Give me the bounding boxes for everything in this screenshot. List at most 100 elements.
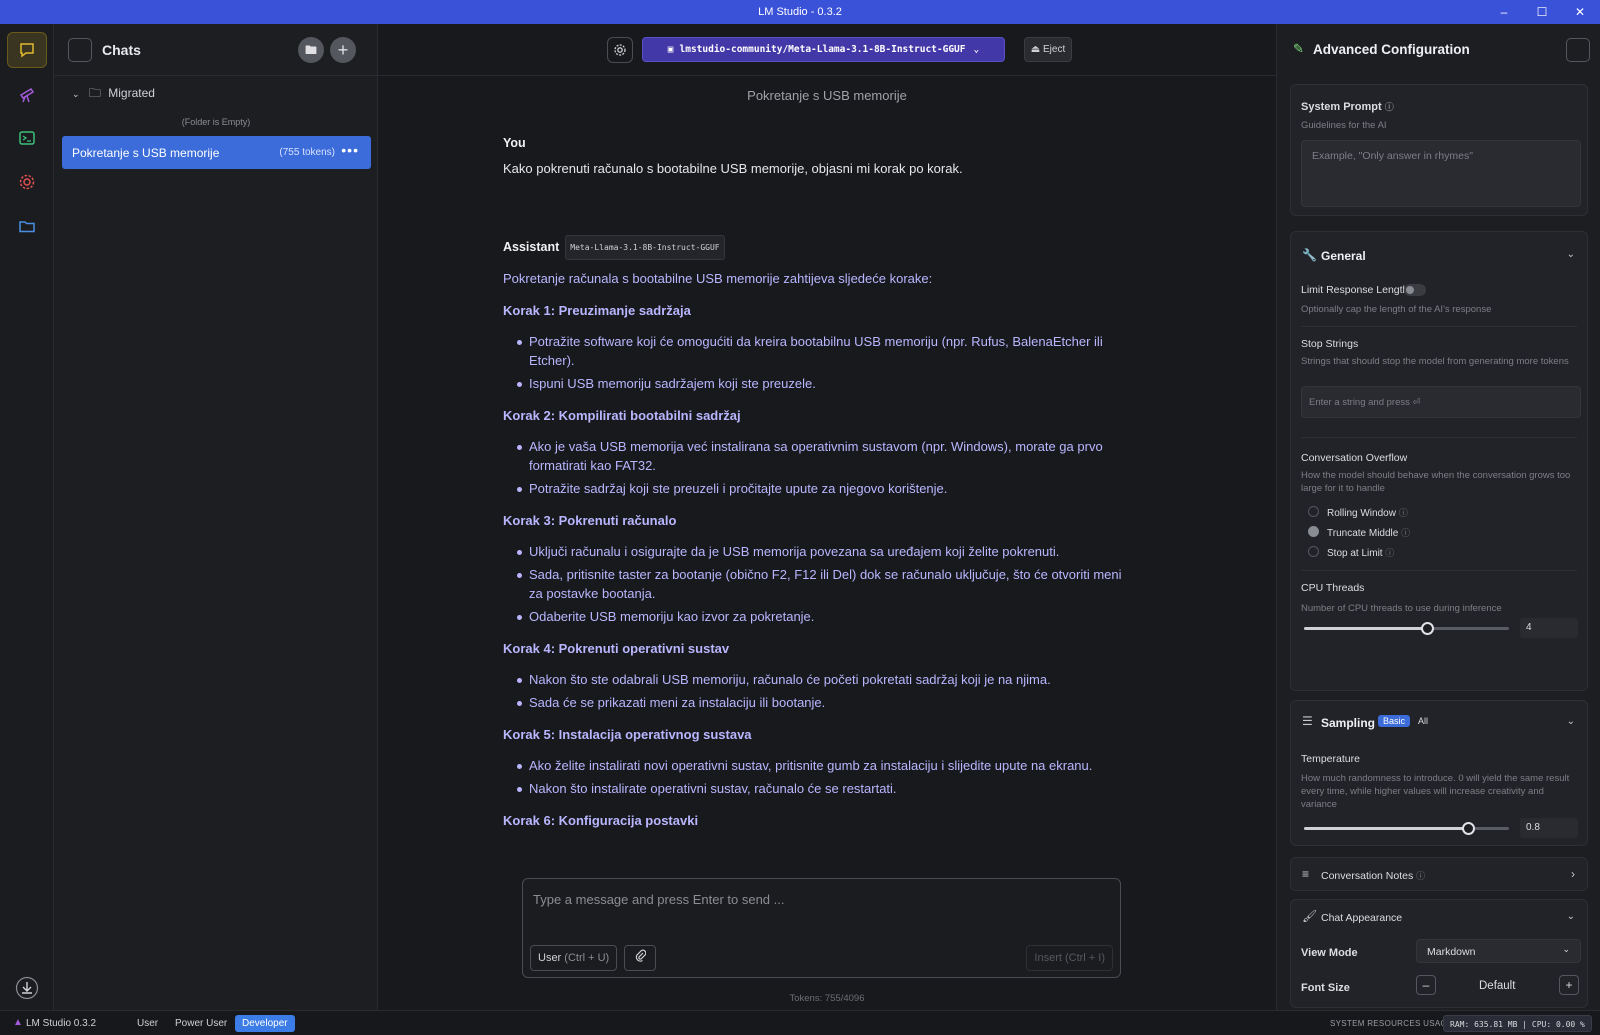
settings-nav-button[interactable]: [7, 164, 47, 200]
cpu-threads-label: CPU Threads: [1301, 582, 1365, 594]
minimize-button[interactable]: –: [1485, 0, 1523, 24]
insert-button[interactable]: Insert (Ctrl + I): [1026, 945, 1113, 971]
chevron-down-icon: ⌄: [973, 44, 980, 55]
folder-icon: [19, 221, 35, 233]
model-icon: ▣: [667, 44, 674, 55]
role-label: User: [538, 952, 562, 964]
chat-list-item[interactable]: Pokretanje s USB memorije (755 tokens) •…: [62, 136, 371, 169]
overflow-sub: How the model should behave when the con…: [1301, 470, 1571, 494]
folder-migrated[interactable]: ⌄ 🗀 Migrated: [72, 84, 155, 105]
new-folder-button[interactable]: 🖿: [298, 37, 324, 63]
developer-nav-button[interactable]: [7, 120, 47, 156]
telescope-icon: [19, 87, 35, 103]
font-size-increase-button[interactable]: +: [1559, 975, 1579, 995]
list-item: Ispuni USB memoriju sadržajem koji ste p…: [503, 374, 1128, 393]
mode-power-user[interactable]: Power User: [168, 1015, 234, 1032]
temperature-value[interactable]: 0.8: [1520, 818, 1578, 838]
radio-stop-at-limit[interactable]: [1308, 546, 1319, 557]
role-shortcut: (Ctrl + U): [564, 952, 610, 964]
app-version: LM Studio 0.3.2: [26, 1018, 97, 1029]
temperature-knob[interactable]: [1462, 822, 1475, 835]
sidebar-title: Chats: [102, 42, 141, 58]
font-size-label: Font Size: [1301, 982, 1350, 994]
assistant-role-label: Assistant: [503, 240, 560, 254]
minus-icon: –: [1422, 978, 1430, 992]
chat-title: Pokretanje s USB memorije: [747, 88, 907, 103]
window-title: LM Studio - 0.3.2: [758, 6, 842, 18]
model-selector[interactable]: ▣ lmstudio-community/Meta-Llama-3.1-8B-In…: [642, 37, 1005, 62]
app-logo-icon: ▲: [13, 1017, 23, 1028]
tab-basic[interactable]: Basic: [1378, 715, 1411, 727]
help-icon: ⓘ: [1384, 102, 1394, 112]
view-mode-value: Markdown: [1427, 946, 1476, 958]
models-nav-button[interactable]: [7, 208, 47, 244]
sampling-card: ☰ Sampling Basic All ⌄ Temperature How m…: [1290, 700, 1588, 846]
paperclip-icon: [635, 949, 647, 962]
system-prompt-label: System Prompt ⓘ: [1301, 101, 1394, 113]
divider: [1301, 326, 1577, 327]
message-input-placeholder[interactable]: Type a message and press Enter to send .…: [533, 892, 784, 907]
chevron-down-icon: ⌄: [72, 89, 80, 99]
new-chat-button[interactable]: +: [330, 37, 356, 63]
truncate-middle-label: Truncate Middle ⓘ: [1327, 528, 1411, 539]
download-button[interactable]: [7, 970, 47, 1006]
step-list: Nakon što ste odabrali USB memoriju, rač…: [503, 670, 1128, 712]
mode-user[interactable]: User: [130, 1015, 165, 1032]
step-heading: Korak 4: Pokrenuti operativni sustav: [503, 641, 730, 656]
chat-nav-button[interactable]: [7, 32, 47, 68]
cpu-threads-knob[interactable]: [1421, 622, 1434, 635]
nav-rail: [0, 24, 54, 1010]
sidebar-toggle-button[interactable]: [68, 38, 92, 62]
eject-label: Eject: [1043, 44, 1066, 55]
chat-settings-button[interactable]: [607, 37, 633, 63]
chat-topbar: ▣ lmstudio-community/Meta-Llama-3.1-8B-In…: [378, 24, 1276, 76]
conversation-notes-card[interactable]: ≡ Conversation Notes ⓘ ›: [1290, 857, 1588, 891]
stop-strings-input[interactable]: Enter a string and press ⏎: [1301, 386, 1581, 418]
chevron-down-icon: ⌄: [1562, 944, 1570, 954]
tab-all[interactable]: All: [1413, 715, 1433, 727]
panel-collapse-button[interactable]: [1566, 38, 1590, 62]
more-options-icon[interactable]: •••: [341, 142, 359, 158]
model-name: lmstudio-community/Meta-Llama-3.1-8B-Ins…: [679, 44, 966, 55]
list-item: Nakon što ste odabrali USB memoriju, rač…: [503, 670, 1128, 689]
gear-icon: [614, 44, 626, 56]
chat-main: ▣ lmstudio-community/Meta-Llama-3.1-8B-In…: [378, 24, 1276, 1010]
attach-button[interactable]: [624, 945, 656, 971]
system-prompt-input[interactable]: Example, "Only answer in rhymes": [1301, 140, 1581, 207]
step-list: Potražite software koji će omogućiti da …: [503, 332, 1128, 393]
temperature-slider[interactable]: [1304, 822, 1509, 835]
cpu-threads-value[interactable]: 4: [1520, 618, 1578, 638]
font-size-decrease-button[interactable]: –: [1416, 975, 1436, 995]
help-icon: ⓘ: [1385, 548, 1395, 558]
step-heading: Korak 1: Preuzimanje sadržaja: [503, 303, 691, 318]
radio-rolling-window[interactable]: [1308, 506, 1319, 517]
radio-truncate-middle[interactable]: [1308, 526, 1319, 537]
limit-length-toggle[interactable]: [1404, 284, 1426, 296]
plus-icon: +: [1565, 978, 1573, 992]
gear-icon: [19, 174, 35, 190]
help-icon: ⓘ: [1401, 528, 1411, 538]
mode-developer[interactable]: Developer: [235, 1015, 295, 1032]
role-toggle-button[interactable]: User (Ctrl + U): [530, 945, 618, 971]
eject-icon: ⏏: [1030, 44, 1041, 55]
chevron-down-icon[interactable]: ⌄: [1567, 911, 1575, 922]
chat-token-count: (755 tokens): [279, 147, 335, 158]
folder-empty-note: (Folder is Empty): [181, 117, 251, 127]
assistant-header: Assistant Meta-Llama-3.1-8B-Instruct-GGU…: [503, 235, 1128, 260]
chevron-right-icon[interactable]: ›: [1571, 867, 1575, 881]
view-mode-select[interactable]: Markdown ⌄: [1416, 939, 1581, 963]
close-button[interactable]: ✕: [1561, 0, 1599, 24]
step-list: Ako je vaša USB memorija već instalirana…: [503, 437, 1128, 498]
step-list: Uključi računalu i osigurajte da je USB …: [503, 542, 1128, 626]
chevron-down-icon[interactable]: ⌄: [1567, 249, 1575, 260]
help-icon: ⓘ: [1416, 871, 1426, 881]
list-item: Sada će se prikazati meni za instalaciju…: [503, 693, 1128, 712]
chevron-down-icon[interactable]: ⌄: [1567, 716, 1575, 727]
conversation: You Kako pokrenuti računalo s bootabilne…: [503, 134, 1128, 830]
discover-nav-button[interactable]: [7, 76, 47, 112]
advanced-config-panel: ✎ Advanced Configuration System Prompt ⓘ…: [1276, 24, 1600, 1010]
eject-button[interactable]: ⏏ Eject: [1024, 37, 1072, 62]
message-composer[interactable]: Type a message and press Enter to send .…: [522, 878, 1121, 978]
cpu-threads-slider[interactable]: [1304, 622, 1509, 635]
maximize-button[interactable]: ☐: [1523, 0, 1561, 24]
